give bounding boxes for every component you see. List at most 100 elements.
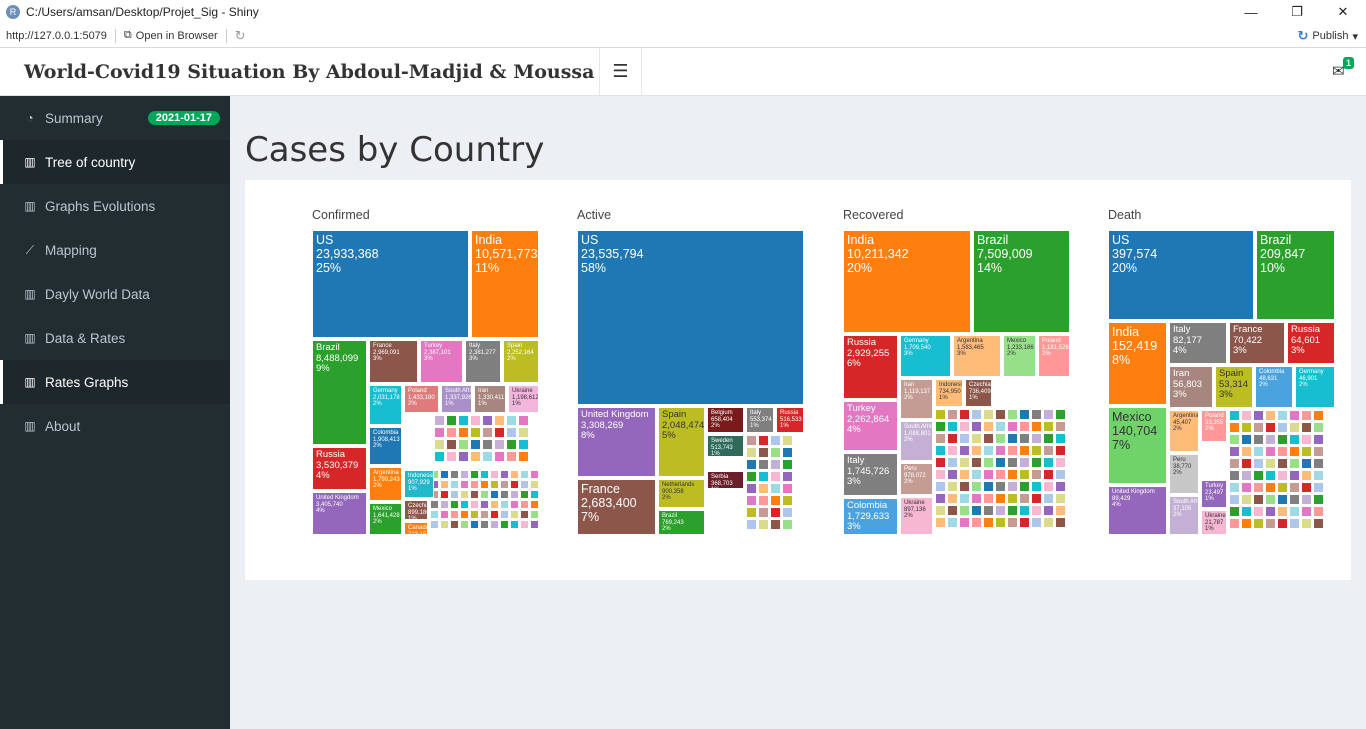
treemap-tile[interactable]: Russia 516,533 1% (776, 407, 804, 433)
treemap-tile-small[interactable] (1301, 482, 1312, 493)
treemap-tile-small[interactable] (1007, 505, 1018, 516)
treemap-tile-small[interactable] (782, 519, 793, 530)
treemap-tile-small[interactable] (1031, 469, 1042, 480)
treemap-tile-small[interactable] (935, 445, 946, 456)
treemap-tile-small[interactable] (1277, 494, 1288, 505)
treemap-tile-small[interactable] (1253, 434, 1264, 445)
treemap-tile-small[interactable] (1301, 434, 1312, 445)
treemap-tile[interactable]: Italy 1,745,726 3% (843, 453, 898, 496)
treemap-tile-small[interactable] (1253, 422, 1264, 433)
treemap-tile-small[interactable] (470, 415, 481, 426)
treemap-tile-small[interactable] (480, 520, 489, 529)
treemap-tile-small[interactable] (1055, 445, 1066, 456)
treemap-tile-small[interactable] (995, 421, 1006, 432)
treemap-tile[interactable]: Indonesia 907,929 1% (404, 470, 434, 498)
treemap-tile[interactable]: United Kingdom 3,405,740 4% (312, 492, 367, 535)
treemap-tile-small[interactable] (440, 500, 449, 509)
treemap-tile[interactable]: Brazil 769,243 2% (658, 510, 705, 535)
treemap-tile-small[interactable] (1253, 446, 1264, 457)
treemap-tile-small[interactable] (1253, 410, 1264, 421)
treemap-tile-small[interactable] (1301, 422, 1312, 433)
treemap-tile-small[interactable] (947, 433, 958, 444)
treemap-tile-small[interactable] (1031, 505, 1042, 516)
treemap-tile-small[interactable] (1277, 434, 1288, 445)
treemap-tile[interactable]: Sweden 513,743 1% (707, 435, 744, 457)
treemap-tile-small[interactable] (995, 433, 1006, 444)
treemap-tile-small[interactable] (1313, 482, 1324, 493)
treemap-tile-small[interactable] (995, 457, 1006, 468)
treemap-tile[interactable]: Indonesia 734,950 1% (935, 379, 963, 407)
treemap-tile-small[interactable] (1313, 506, 1324, 517)
treemap-tile-small[interactable] (1055, 469, 1066, 480)
treemap-tile-small[interactable] (434, 427, 445, 438)
treemap-tile-small[interactable] (971, 517, 982, 528)
treemap-tile-small[interactable] (458, 451, 469, 462)
treemap-tile-small[interactable] (1277, 410, 1288, 421)
treemap-tile-small[interactable] (458, 439, 469, 450)
treemap-tile-small[interactable] (959, 433, 970, 444)
treemap-tile-small[interactable] (1031, 409, 1042, 420)
treemap-tile-small[interactable] (782, 471, 793, 482)
treemap-tile-small[interactable] (450, 490, 459, 499)
treemap-tile-small[interactable] (983, 517, 994, 528)
treemap-tile-small[interactable] (947, 409, 958, 420)
treemap-tile-small[interactable] (1253, 506, 1264, 517)
treemap-tile-small[interactable] (995, 445, 1006, 456)
treemap-tile-small[interactable] (470, 439, 481, 450)
treemap-tile-small[interactable] (460, 500, 469, 509)
treemap-tile-small[interactable] (1289, 506, 1300, 517)
sidebar-toggle-button[interactable]: ☰ (600, 48, 642, 95)
treemap-tile[interactable]: Ukraine 1,198,612 1% (508, 385, 539, 413)
treemap-tile-small[interactable] (995, 409, 1006, 420)
treemap-tile-small[interactable] (1229, 422, 1240, 433)
treemap-tile[interactable]: Poland 33,355 2% (1201, 410, 1227, 442)
treemap-tile-small[interactable] (959, 445, 970, 456)
treemap-tile-small[interactable] (746, 435, 757, 446)
treemap-tile[interactable]: Colombia 1,908,413 2% (369, 427, 402, 465)
treemap-tile-small[interactable] (1241, 458, 1252, 469)
treemap-tile-small[interactable] (1031, 445, 1042, 456)
treemap-tile[interactable]: France 2,683,400 7% (577, 479, 656, 535)
treemap-tile-small[interactable] (440, 490, 449, 499)
treemap-tile-small[interactable] (1229, 410, 1240, 421)
treemap-tile[interactable]: US 23,535,794 58% (577, 230, 804, 405)
treemap-tile-small[interactable] (1043, 433, 1054, 444)
treemap-tile[interactable]: Russia 2,929,255 6% (843, 335, 898, 399)
treemap-tile-small[interactable] (746, 459, 757, 470)
treemap-tile-small[interactable] (1043, 481, 1054, 492)
treemap-tile-small[interactable] (1277, 446, 1288, 457)
treemap-tile-small[interactable] (1241, 470, 1252, 481)
treemap-tile-small[interactable] (1289, 518, 1300, 529)
treemap-tile-small[interactable] (1277, 458, 1288, 469)
treemap-tile-small[interactable] (440, 470, 449, 479)
treemap-tile-small[interactable] (520, 500, 529, 509)
treemap-tile-small[interactable] (1055, 505, 1066, 516)
treemap-tile-small[interactable] (490, 470, 499, 479)
treemap-tile-small[interactable] (460, 510, 469, 519)
treemap-tile-small[interactable] (1241, 518, 1252, 529)
treemap-tile-small[interactable] (983, 481, 994, 492)
treemap-tile-small[interactable] (1289, 494, 1300, 505)
treemap-tile-small[interactable] (530, 470, 539, 479)
treemap-tile-small[interactable] (983, 457, 994, 468)
treemap-tile-small[interactable] (1055, 481, 1066, 492)
treemap-tile-small[interactable] (494, 451, 505, 462)
treemap-tile-small[interactable] (770, 483, 781, 494)
sidebar-item-summary[interactable]: ◔ Summary 2021-01-17 (0, 96, 230, 140)
treemap-tile-small[interactable] (1253, 482, 1264, 493)
treemap-tile-small[interactable] (470, 490, 479, 499)
treemap-tile[interactable]: Poland 1,181,526 2% (1038, 335, 1070, 377)
treemap-tile-small[interactable] (510, 500, 519, 509)
treemap-tile-small[interactable] (1007, 481, 1018, 492)
treemap-tile[interactable]: Czechia 899,180 1% (404, 500, 428, 520)
treemap-tile-small[interactable] (518, 415, 529, 426)
treemap-tile[interactable]: Italy 553,374 1% (746, 407, 774, 433)
treemap-tile-small[interactable] (470, 500, 479, 509)
treemap-tile-small[interactable] (995, 505, 1006, 516)
treemap-tile-small[interactable] (530, 490, 539, 499)
treemap-tile-small[interactable] (959, 421, 970, 432)
treemap-tile-small[interactable] (470, 470, 479, 479)
treemap-tile-small[interactable] (1031, 517, 1042, 528)
treemap-tile-small[interactable] (530, 520, 539, 529)
treemap-tile-small[interactable] (1055, 517, 1066, 528)
